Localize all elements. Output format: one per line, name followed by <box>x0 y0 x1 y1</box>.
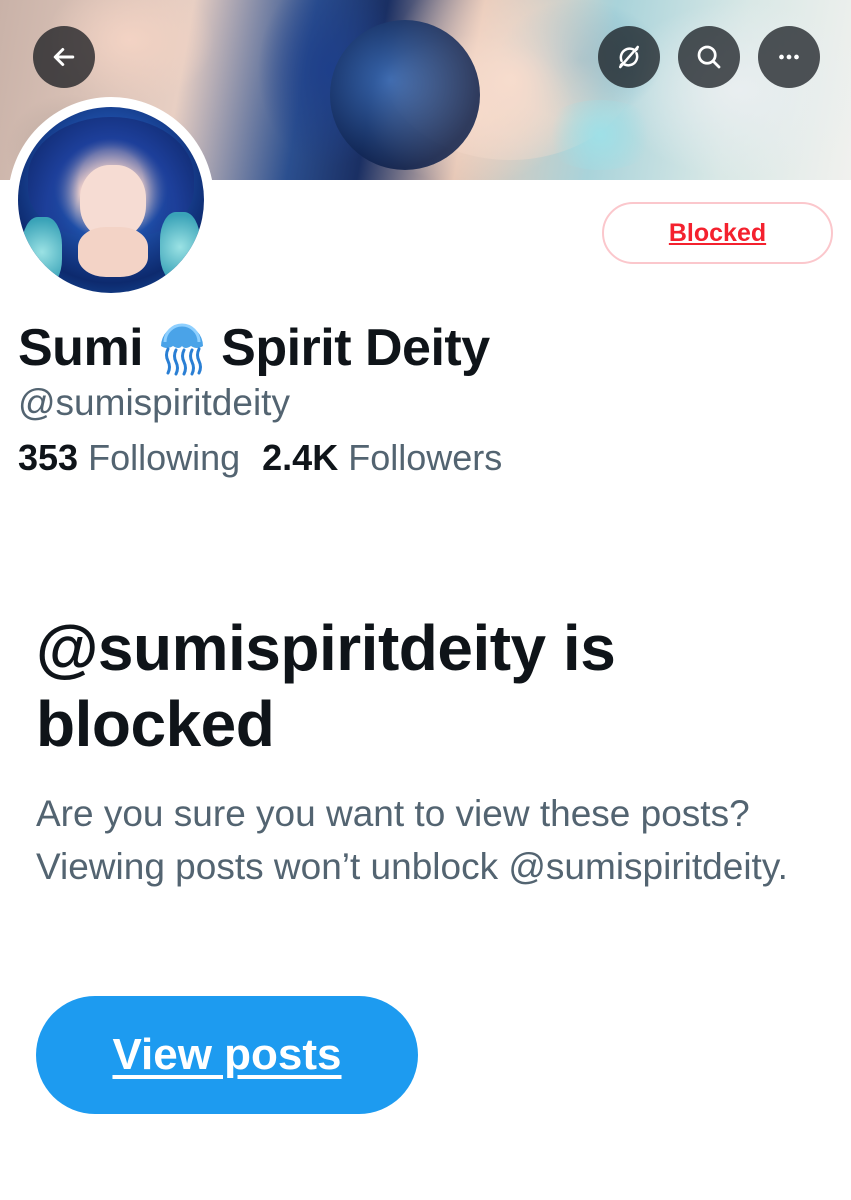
arrow-left-icon <box>53 48 75 66</box>
following-count: 353 <box>18 437 79 478</box>
following-stat[interactable]: 353 Following <box>18 437 240 479</box>
more-button[interactable] <box>758 26 820 88</box>
display-name-last: Spirit Deity <box>221 319 490 377</box>
banner-art-water <box>540 100 660 170</box>
display-name-first: Sumi <box>18 319 144 377</box>
followers-count: 2.4K <box>262 437 339 478</box>
profile-stats: 353 Following 2.4K Followers <box>18 437 502 479</box>
sync-button[interactable] <box>598 26 660 88</box>
blocked-description: Are you sure you want to view these post… <box>36 793 788 887</box>
avatar-art-curl-left <box>22 217 62 287</box>
avatar-ring <box>8 97 214 303</box>
blocked-title: @sumispiritdeity is blocked <box>36 612 616 760</box>
search-icon <box>697 45 721 69</box>
more-horizontal-icon <box>779 54 799 60</box>
banner-art-swimsuit <box>330 20 480 170</box>
jellyfish-icon <box>161 323 204 376</box>
profile-handle: @sumispiritdeity <box>18 382 290 423</box>
avatar[interactable] <box>18 107 204 293</box>
avatar-art-hands <box>78 227 148 277</box>
blocked-button[interactable]: Blocked <box>602 202 833 264</box>
search-button[interactable] <box>678 26 740 88</box>
display-name: Sumi Spirit Deity <box>18 318 490 378</box>
followers-label: Followers <box>348 437 503 478</box>
back-button[interactable] <box>33 26 95 88</box>
followers-stat[interactable]: 2.4K Followers <box>262 437 502 479</box>
no-sync-icon <box>619 45 639 69</box>
following-label: Following <box>88 437 241 478</box>
view-posts-button[interactable]: View posts <box>36 996 418 1114</box>
avatar-art-curl-right <box>160 212 200 282</box>
